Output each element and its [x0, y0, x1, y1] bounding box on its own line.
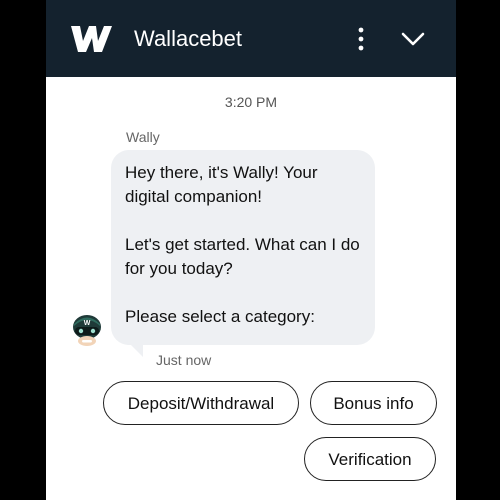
sender-name: Wally: [126, 129, 160, 145]
svg-text:W: W: [84, 320, 91, 327]
brand-name: Wallacebet: [134, 26, 243, 51]
conversation-timestamp: 3:20 PM: [224, 94, 278, 110]
chevron-down-icon: [401, 32, 425, 46]
bot-message-bubble: Hey there, it's Wally! Your digital comp…: [111, 150, 375, 345]
message-time: Just now: [156, 352, 212, 368]
chat-header: Wallacebet: [46, 0, 456, 77]
bubble-tail: [130, 344, 143, 357]
message-line: Let's get started. What can I do for you…: [125, 235, 360, 278]
more-options-button[interactable]: [350, 26, 372, 52]
quick-reply-verification[interactable]: Verification: [304, 437, 436, 481]
quick-reply-bonus-info[interactable]: Bonus info: [310, 381, 437, 425]
more-vertical-icon: [358, 27, 364, 51]
message-line: Please select a category:: [125, 307, 315, 326]
quick-reply-deposit-withdrawal[interactable]: Deposit/Withdrawal: [103, 381, 299, 425]
message-line: Hey there, it's Wally! Your digital comp…: [125, 163, 318, 206]
wally-bot-avatar-icon: W: [73, 315, 101, 346]
collapse-chat-button[interactable]: [400, 28, 426, 50]
chat-widget: Wallacebet 3:20 PM Wally Hey there, it's…: [46, 0, 456, 500]
wallacebet-logo-icon: [71, 26, 112, 52]
